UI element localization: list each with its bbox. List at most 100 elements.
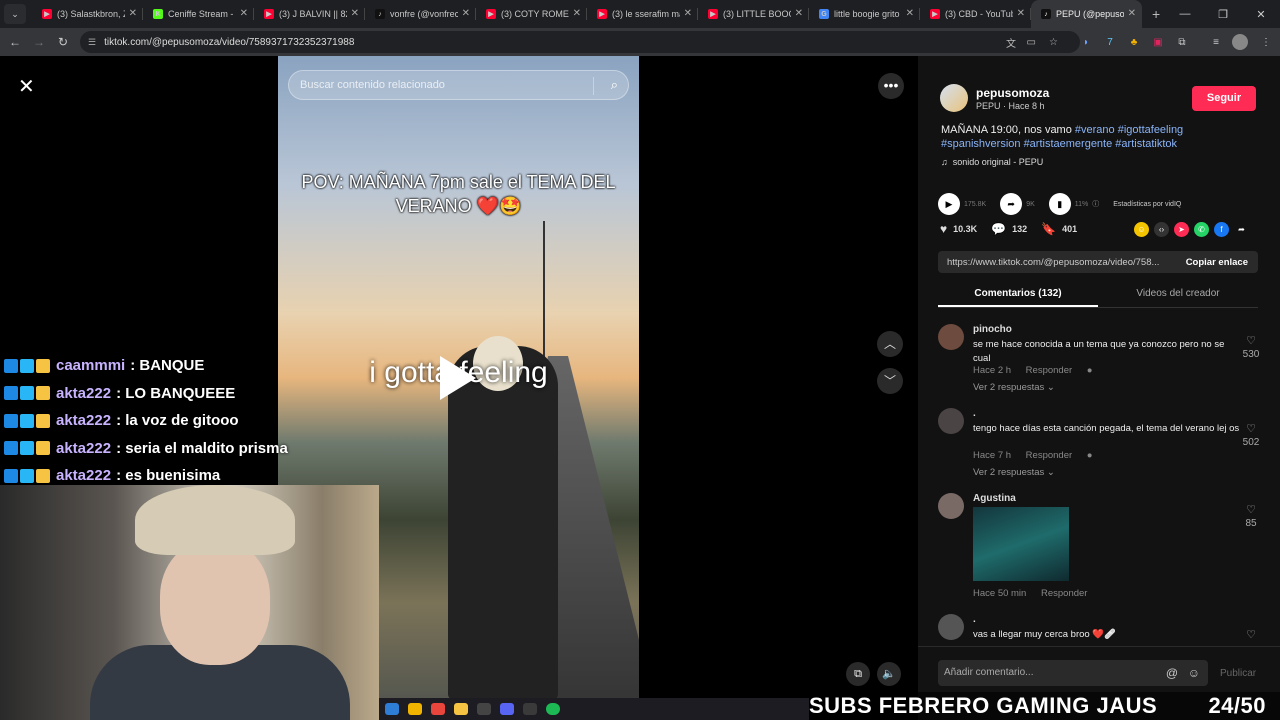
comment-heart-icon[interactable]: ♡ (1246, 423, 1256, 435)
play-icon[interactable] (440, 356, 476, 400)
heart-icon[interactable]: ♥ (940, 222, 947, 236)
extension-2-icon[interactable]: 7 (1102, 34, 1118, 50)
browser-tab[interactable]: K Ceniffe Stream - W ✕ (143, 0, 254, 28)
tab-close-icon[interactable]: ✕ (240, 8, 248, 19)
sound-link[interactable]: ♫ sonido original - PEPU (941, 157, 1043, 167)
tab-close-icon[interactable]: ✕ (573, 8, 581, 19)
follow-button[interactable]: Seguir (1192, 86, 1256, 111)
tab-close-icon[interactable]: ✕ (462, 8, 470, 19)
reading-list-icon[interactable]: ≡ (1208, 34, 1224, 50)
extensions-puzzle-icon[interactable]: ⧉ (1174, 34, 1190, 50)
taskbar-app-icon[interactable] (385, 703, 399, 715)
pip-icon[interactable]: ⧉ (846, 662, 870, 686)
tab-close-icon[interactable]: ✕ (906, 8, 914, 19)
chrome-icon[interactable] (431, 703, 445, 715)
tab-close-icon[interactable]: ✕ (129, 8, 137, 19)
browser-tab[interactable]: ▶ (3) COTY ROMERO ✕ (476, 0, 587, 28)
comment-heart-icon[interactable]: ♡ (1246, 504, 1256, 516)
hashtag-link[interactable]: #verano (1075, 124, 1115, 136)
mention-icon[interactable]: @ (1166, 660, 1178, 686)
browser-tab[interactable]: ▶ (3) CBD - YouTub ✕ (920, 0, 1031, 28)
view-replies-button[interactable]: Ver 2 respuestas ⌄ (973, 382, 1055, 393)
site-info-icon[interactable]: ☰ (88, 37, 96, 48)
copy-link-button[interactable]: Copiar enlace (1186, 257, 1248, 268)
related-search-input[interactable]: Buscar contenido relacionado ⌕ (288, 70, 629, 100)
extension-1-icon[interactable]: ◗ (1078, 34, 1094, 50)
taskbar-app-icon[interactable] (477, 703, 491, 715)
reply-button[interactable]: Responder (1041, 588, 1087, 599)
comment-heart-icon[interactable]: ♡ (1239, 628, 1263, 641)
comment-like[interactable]: ♡ 85 (1239, 503, 1263, 529)
view-replies-button[interactable]: Ver 2 respuestas ⌄ (973, 467, 1055, 478)
search-icon[interactable]: ⌕ (611, 77, 618, 93)
share-more-icon[interactable]: ➦ (1234, 222, 1249, 237)
comment-icon[interactable]: 💬 (991, 222, 1006, 236)
close-video-icon[interactable]: ✕ (18, 74, 35, 99)
publish-button[interactable]: Publicar (1220, 668, 1256, 679)
tab-close-icon[interactable]: ✕ (684, 8, 692, 19)
reply-button[interactable]: Responder (1026, 365, 1072, 376)
browser-tab[interactable]: ▶ (3) le sserafim ma ✕ (587, 0, 698, 28)
comment-input[interactable]: Añadir comentario... @ ☺ (938, 660, 1208, 686)
browser-tab[interactable]: ▶ (3) Salastkbron, Za ✕ (32, 0, 143, 28)
facebook-icon[interactable]: f (1214, 222, 1229, 237)
browser-menu-icon[interactable]: ⋮ (1258, 34, 1274, 50)
send-icon[interactable]: ➤ (1174, 222, 1189, 237)
hashtag-link[interactable]: #artistaemergente (1024, 138, 1113, 150)
hashtag-link[interactable]: #artistatiktok (1115, 138, 1177, 150)
more-options-icon[interactable]: ••• (878, 73, 904, 99)
extension-3-icon[interactable]: ♣ (1126, 34, 1142, 50)
tab-search-button[interactable]: ⌄ (4, 4, 26, 24)
minimize-icon[interactable]: — (1166, 8, 1204, 20)
bookmark-star-icon[interactable]: ☆ (1049, 37, 1058, 48)
previous-video-icon[interactable]: ︿ (877, 331, 903, 357)
close-window-icon[interactable]: ✕ (1242, 8, 1280, 21)
browser-tab[interactable]: ♪ vonfre (@vonfrec ✕ (365, 0, 476, 28)
hashtag-link[interactable]: #spanishversion (941, 138, 1021, 150)
translate-icon[interactable]: 文 (1006, 35, 1016, 50)
comment-avatar[interactable] (938, 493, 964, 519)
comment-heart-icon[interactable]: ♡ (1246, 335, 1256, 347)
taskbar-app-icon[interactable] (523, 703, 537, 715)
comment-like[interactable]: ♡ 530 (1239, 334, 1263, 360)
url-bar[interactable]: ☰ tiktok.com/@pepusomoza/video/758937173… (80, 31, 1080, 53)
discord-icon[interactable] (500, 703, 514, 715)
back-icon[interactable]: ← (3, 35, 27, 49)
tab-close-icon[interactable]: ✕ (1017, 8, 1025, 19)
comment-username[interactable]: pinocho (973, 324, 1012, 335)
bookmark-icon[interactable]: 🔖 (1041, 222, 1056, 236)
taskbar-app-icon[interactable] (408, 703, 422, 715)
tab-comments[interactable]: Comentarios (132) (938, 280, 1098, 307)
browser-tab[interactable]: Glittle boogie grito ✕ (809, 0, 920, 28)
browser-tab[interactable]: ♪ PEPU (@pepusom ✕ (1031, 0, 1142, 28)
embed-icon[interactable]: ‹› (1154, 222, 1169, 237)
browser-tab[interactable]: ▶ (3) J BALVIN || 82 ✕ (254, 0, 365, 28)
comment-avatar[interactable] (938, 614, 964, 640)
cast-icon[interactable]: ▭ (1027, 37, 1036, 48)
browser-tab[interactable]: ▶ (3) LITTLE BOOGIE ✕ (698, 0, 809, 28)
comment-avatar[interactable] (938, 324, 964, 350)
reload-icon[interactable]: ↻ (51, 35, 75, 49)
comment-like[interactable]: ♡ 502 (1239, 422, 1263, 448)
tab-close-icon[interactable]: ✕ (795, 8, 803, 19)
forward-icon[interactable]: → (27, 35, 51, 49)
volume-icon[interactable]: 🔈 (877, 662, 901, 686)
comment-username[interactable]: . (973, 614, 976, 625)
hashtag-link[interactable]: #igottafeeling (1118, 124, 1183, 136)
tab-close-icon[interactable]: ✕ (351, 8, 359, 19)
adblock-icon[interactable]: ▣ (1150, 34, 1166, 50)
tab-creator-videos[interactable]: Videos del creador (1098, 280, 1258, 307)
next-video-icon[interactable]: ﹀ (877, 368, 903, 394)
video-link-url[interactable]: https://www.tiktok.com/@pepusomoza/video… (947, 257, 1159, 268)
profile-avatar[interactable] (1232, 34, 1248, 50)
creator-avatar[interactable] (940, 84, 968, 112)
info-icon[interactable]: ⓘ (1092, 199, 1099, 209)
reply-button[interactable]: Responder (1026, 450, 1072, 461)
creator-username[interactable]: pepusomoza (976, 86, 1049, 100)
new-tab-button[interactable]: + (1152, 6, 1160, 22)
restore-icon[interactable]: ❐ (1204, 8, 1242, 21)
tab-close-icon[interactable]: ✕ (1128, 8, 1136, 19)
whatsapp-icon[interactable]: ✆ (1194, 222, 1209, 237)
spotify-icon[interactable] (546, 703, 560, 715)
share-points-icon[interactable]: ☺ (1134, 222, 1149, 237)
